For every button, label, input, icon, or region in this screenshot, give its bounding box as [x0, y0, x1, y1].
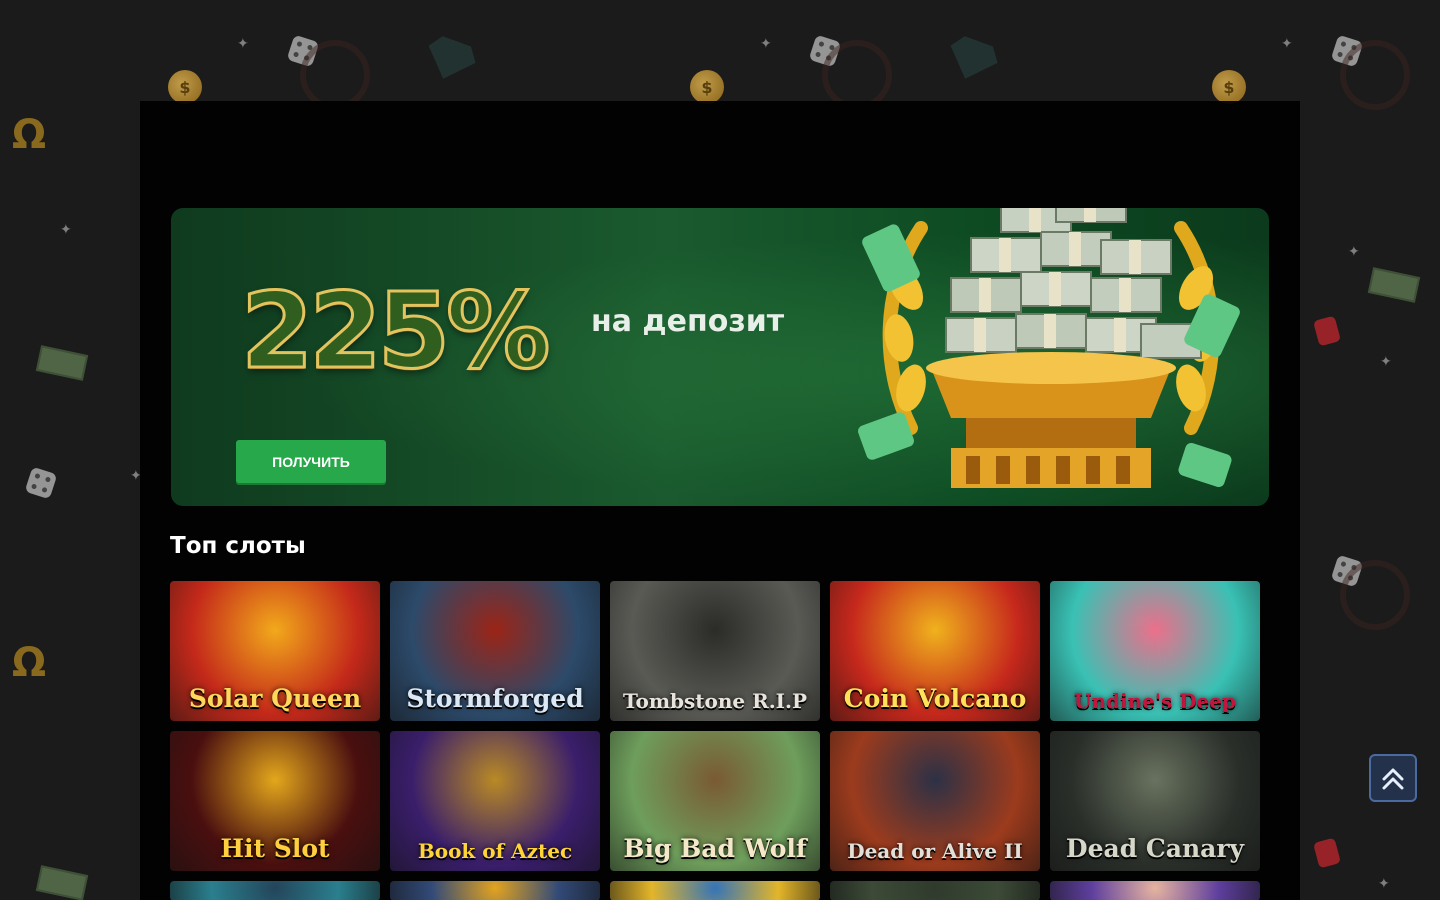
promo-banner[interactable]: 225% на депозит ПОЛУЧИТЬ: [171, 208, 1269, 506]
slot-tile[interactable]: [170, 881, 380, 900]
slot-thumbnail: [1050, 881, 1260, 900]
horseshoe-icon: Ω: [12, 640, 47, 686]
gem-icon: [942, 33, 1003, 88]
sparkle-icon: ✦: [60, 222, 72, 238]
banknote-icon: [35, 345, 89, 381]
get-bonus-button[interactable]: ПОЛУЧИТЬ: [236, 440, 386, 483]
slot-name: Book of Aztec: [417, 839, 573, 863]
slot-thumbnail: [830, 881, 1040, 900]
slot-tile[interactable]: Dead Canary: [1050, 731, 1260, 871]
ruby-icon: [1313, 315, 1341, 347]
section-title-top-slots: Топ слоты: [170, 533, 306, 559]
slot-thumbnail: [390, 881, 600, 900]
slot-tile[interactable]: Coin Volcano: [830, 581, 1040, 721]
promo-percent: 225%: [239, 269, 551, 394]
slot-name: Hit Slot: [220, 834, 330, 863]
slot-name: Solar Queen: [188, 684, 362, 713]
horseshoe-icon: Ω: [12, 112, 47, 158]
slot-tile[interactable]: Solar Queen: [170, 581, 380, 721]
slot-name: Coin Volcano: [843, 684, 1027, 713]
sparkle-icon: ✦: [760, 36, 772, 52]
banknote-icon: [35, 865, 89, 900]
slot-tile[interactable]: Big Bad Wolf: [610, 731, 820, 871]
slot-tile[interactable]: [390, 881, 600, 900]
sparkle-icon: ✦: [237, 36, 249, 52]
header-area: [140, 101, 1300, 207]
chip-icon: [300, 40, 370, 110]
slot-tile[interactable]: Book of Aztec: [390, 731, 600, 871]
dice-icon: [24, 466, 58, 500]
slots-grid: Solar Queen Stormforged Tombstone R.I.P Coi…: [170, 581, 1270, 900]
slot-tile[interactable]: Undine's Deep: [1050, 581, 1260, 721]
ruby-icon: [1313, 837, 1341, 869]
chip-icon: [822, 40, 892, 110]
main-container: 225% на депозит ПОЛУЧИТЬ Топ слоты Solar…: [140, 101, 1300, 900]
scroll-to-top-button[interactable]: [1369, 754, 1417, 802]
dice-icon: [808, 34, 842, 68]
coin-icon: $: [168, 70, 202, 104]
promo-subtitle: на депозит: [591, 304, 785, 339]
dice-icon: [1330, 554, 1364, 588]
coin-icon: $: [1212, 70, 1246, 104]
slot-tile[interactable]: Hit Slot: [170, 731, 380, 871]
sparkle-icon: ✦: [1380, 354, 1392, 370]
money-trophy-illustration: [858, 208, 1240, 488]
banknote-icon: [1367, 267, 1421, 303]
sparkle-icon: ✦: [1281, 36, 1293, 52]
coin-icon: $: [690, 70, 724, 104]
double-chevron-up-icon: [1382, 768, 1404, 790]
sparkle-icon: ✦: [1378, 876, 1390, 892]
gem-icon: [420, 33, 481, 88]
slot-tile[interactable]: Stormforged: [390, 581, 600, 721]
slot-name: Tombstone R.I.P: [622, 689, 808, 713]
slot-name: Big Bad Wolf: [623, 834, 807, 863]
slot-name: Stormforged: [406, 684, 584, 713]
slot-tile[interactable]: [610, 881, 820, 900]
chip-icon: [1340, 560, 1410, 630]
slot-name: Dead Canary: [1065, 834, 1245, 863]
dice-icon: [1330, 34, 1364, 68]
slot-thumbnail: [170, 881, 380, 900]
slot-tile[interactable]: [830, 881, 1040, 900]
chip-icon: [1340, 40, 1410, 110]
slot-thumbnail: [610, 881, 820, 900]
slot-tile[interactable]: [1050, 881, 1260, 900]
sparkle-icon: ✦: [1348, 244, 1360, 260]
slot-tile[interactable]: Tombstone R.I.P: [610, 581, 820, 721]
slot-name: Dead or Alive II: [847, 839, 1023, 863]
slot-tile[interactable]: Dead or Alive II: [830, 731, 1040, 871]
slot-name: Undine's Deep: [1074, 689, 1236, 713]
dice-icon: [286, 34, 320, 68]
